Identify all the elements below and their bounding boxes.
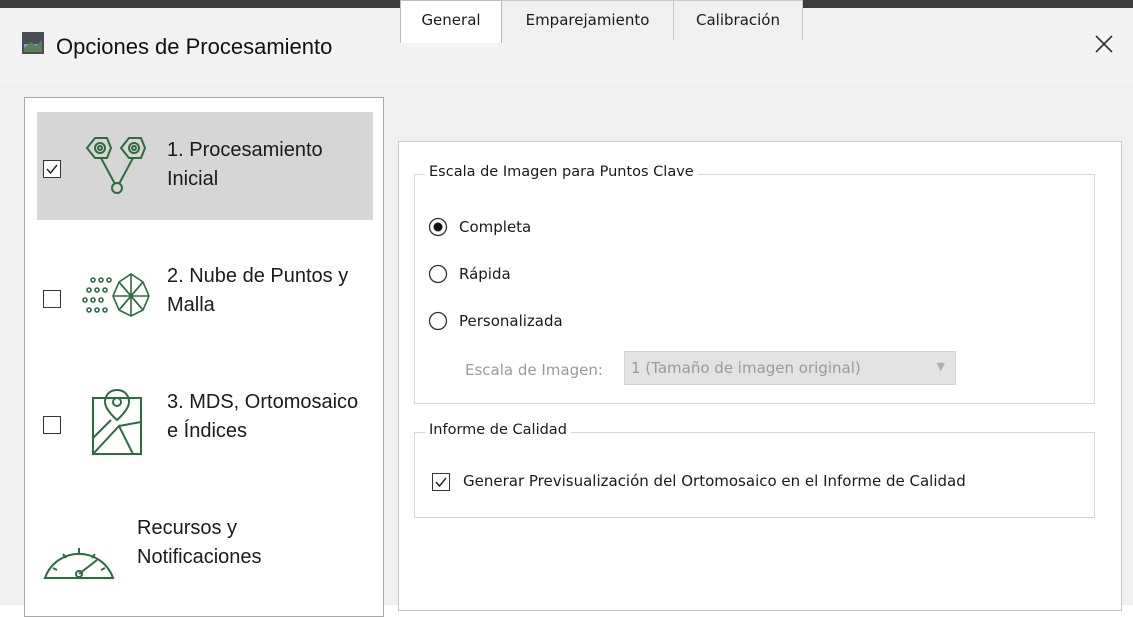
app-icon <box>22 32 44 54</box>
chevron-down-icon: ▼ <box>936 360 945 373</box>
radio-custom-label: Personalizada <box>459 312 563 330</box>
radio-custom[interactable] <box>428 311 448 331</box>
tab-calibration[interactable]: Calibración <box>673 0 803 40</box>
processing-icon <box>85 137 147 194</box>
image-scale-value: 1 (Tamaño de imagen original) <box>631 359 861 377</box>
options-navigation: 1. Procesamiento Inicial 2. Nube de Punt… <box>24 97 384 617</box>
radio-fast-label: Rápida <box>459 265 511 283</box>
nav-item-label: Recursos y Notificaciones <box>137 517 262 568</box>
nav-item-label: 2. Nube de Puntos y Malla <box>167 265 349 316</box>
nav-item-resources[interactable]: Recursos y Notificaciones <box>37 492 373 600</box>
general-tab-panel: Escala de Imagen para Puntos Clave Compl… <box>398 141 1122 611</box>
window-title: Opciones de Procesamiento <box>56 34 333 59</box>
keypoints-scale-group-title: Escala de Imagen para Puntos Clave <box>425 164 698 180</box>
quality-report-group: Informe de Calidad Generar Previsualizac… <box>414 422 1095 518</box>
nav-item-point-cloud[interactable]: 2. Nube de Puntos y Malla <box>37 238 373 346</box>
nav-item-label: 3. MDS, Ortomosaico e Índices <box>167 391 359 442</box>
quality-report-group-title: Informe de Calidad <box>425 422 571 438</box>
check-icon <box>435 477 447 488</box>
point-cloud-checkbox[interactable] <box>43 290 61 308</box>
nav-item-dsm-orthomosaic[interactable]: 3. MDS, Ortomosaico e Índices <box>37 364 373 472</box>
radio-complete[interactable] <box>428 217 448 237</box>
keypoints-scale-group: Escala de Imagen para Puntos Clave Compl… <box>414 164 1095 404</box>
radio-complete-label: Completa <box>459 218 532 236</box>
close-icon[interactable] <box>1092 32 1116 56</box>
radio-fast[interactable] <box>428 264 448 284</box>
image-scale-select[interactable]: 1 (Tamaño de imagen original) ▼ <box>624 351 956 385</box>
nav-item-label: 1. Procesamiento Inicial <box>167 139 323 190</box>
quality-preview-label: Generar Previsualización del Ortomosaico… <box>463 472 966 490</box>
point-cloud-icon <box>82 273 150 317</box>
dsm-orthomosaic-checkbox[interactable] <box>43 416 61 434</box>
gauge-icon <box>43 548 115 579</box>
quality-preview-checkbox[interactable] <box>432 473 450 491</box>
nav-item-initial-processing[interactable]: 1. Procesamiento Inicial <box>37 112 373 220</box>
tab-general[interactable]: General <box>400 0 502 43</box>
image-scale-label: Escala de Imagen: <box>465 361 603 379</box>
map-icon <box>92 388 142 455</box>
check-icon <box>46 164 58 175</box>
initial-processing-checkbox[interactable] <box>43 160 61 178</box>
tab-matching[interactable]: Emparejamiento <box>501 0 674 40</box>
